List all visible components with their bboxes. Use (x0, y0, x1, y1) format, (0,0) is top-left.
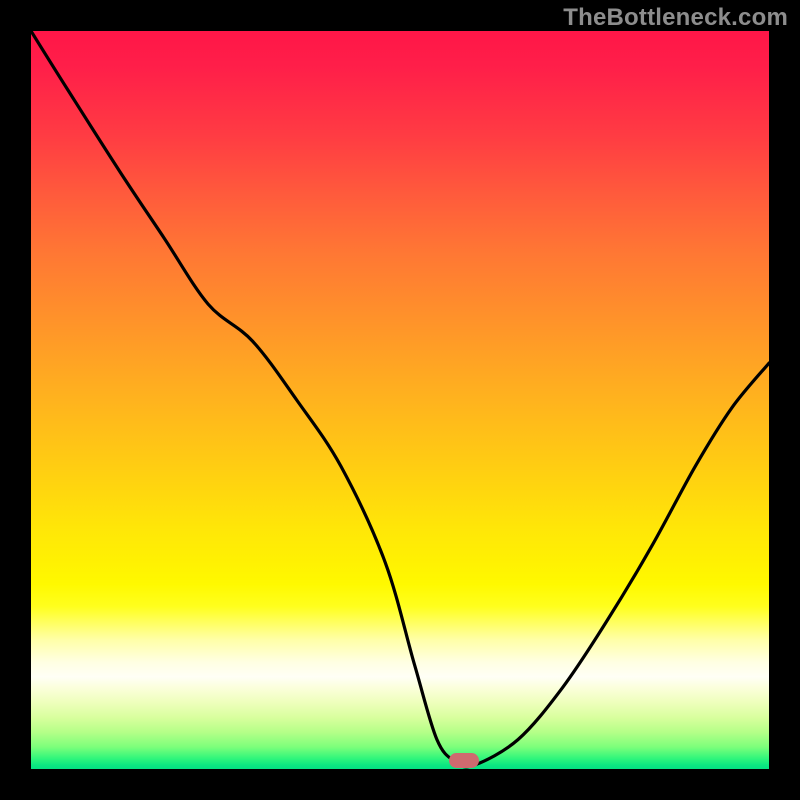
plot-area (31, 31, 769, 769)
watermark-text: TheBottleneck.com (563, 4, 788, 32)
chart-frame: TheBottleneck.com (0, 0, 800, 800)
curve-path (31, 31, 769, 767)
optimum-marker (449, 753, 479, 768)
bottleneck-curve (31, 31, 769, 769)
